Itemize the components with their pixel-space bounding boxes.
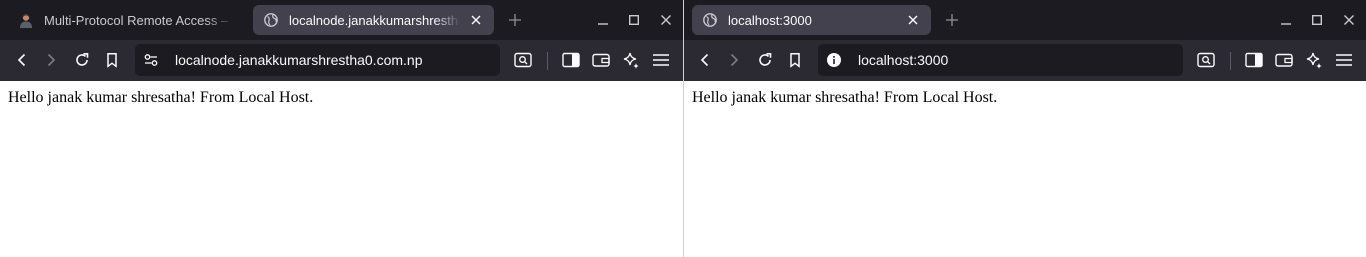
address-bar[interactable]: localhost:3000 bbox=[818, 44, 1183, 76]
forward-button[interactable] bbox=[720, 48, 748, 72]
browser-window-right: localhost:3000 localhost:3000 Hello jana… bbox=[684, 0, 1366, 257]
forward-button[interactable] bbox=[37, 48, 65, 72]
tab-strip: localhost:3000 bbox=[684, 0, 1366, 40]
close-tab-icon[interactable] bbox=[905, 12, 921, 28]
menu-icon[interactable] bbox=[1330, 48, 1358, 72]
address-bar[interactable]: localnode.janakkumarshrestha0.com.np bbox=[135, 44, 500, 76]
browser-window-left: Multi-Protocol Remote Access – localnode… bbox=[0, 0, 683, 257]
navigation-toolbar: localnode.janakkumarshrestha0.com.np bbox=[0, 40, 683, 81]
page-text: Hello janak kumar shresatha! From Local … bbox=[692, 89, 998, 106]
tab-title: localnode.janakkumarshrestha0.com.np bbox=[289, 12, 460, 28]
wallet-icon[interactable] bbox=[1270, 48, 1298, 72]
back-button[interactable] bbox=[8, 48, 36, 72]
page-content: Hello janak kumar shresatha! From Local … bbox=[0, 81, 683, 257]
close-window-button[interactable] bbox=[656, 10, 676, 30]
tab-localhost[interactable]: localhost:3000 bbox=[692, 5, 931, 35]
globe-icon bbox=[263, 12, 279, 28]
menu-icon[interactable] bbox=[647, 48, 675, 72]
wallet-icon[interactable] bbox=[587, 48, 615, 72]
minimize-button[interactable] bbox=[1276, 10, 1296, 30]
bookmark-icon[interactable] bbox=[98, 48, 126, 72]
close-tab-icon[interactable] bbox=[468, 12, 484, 28]
info-icon[interactable] bbox=[826, 52, 842, 68]
tab-localnode[interactable]: localnode.janakkumarshrestha0.com.np bbox=[253, 5, 494, 35]
toolbar-separator bbox=[1230, 52, 1231, 70]
navigation-toolbar: localhost:3000 bbox=[684, 40, 1366, 81]
globe-icon bbox=[702, 12, 718, 28]
page-search-icon[interactable] bbox=[509, 48, 537, 72]
page-content: Hello janak kumar shresatha! From Local … bbox=[684, 81, 1366, 257]
minimize-button[interactable] bbox=[593, 10, 613, 30]
tab-title: Multi-Protocol Remote Access – bbox=[44, 12, 229, 28]
bookmark-icon[interactable] bbox=[781, 48, 809, 72]
new-tab-button[interactable] bbox=[942, 10, 962, 30]
tab-title: localhost:3000 bbox=[728, 12, 812, 28]
tab-remote-access[interactable]: Multi-Protocol Remote Access – bbox=[8, 5, 244, 35]
address-text: localnode.janakkumarshrestha0.com.np bbox=[175, 52, 423, 68]
sparkle-ai-icon[interactable] bbox=[1300, 48, 1328, 72]
toolbar-separator bbox=[547, 52, 548, 70]
sidebar-icon[interactable] bbox=[1240, 48, 1268, 72]
sparkle-ai-icon[interactable] bbox=[617, 48, 645, 72]
person-avatar-icon bbox=[18, 12, 34, 28]
back-button[interactable] bbox=[691, 48, 719, 72]
address-text: localhost:3000 bbox=[858, 52, 949, 68]
page-search-icon[interactable] bbox=[1192, 48, 1220, 72]
sidebar-icon[interactable] bbox=[557, 48, 585, 72]
connection-settings-icon[interactable] bbox=[143, 52, 159, 68]
maximize-button[interactable] bbox=[624, 10, 644, 30]
reload-button[interactable] bbox=[751, 48, 779, 72]
maximize-button[interactable] bbox=[1307, 10, 1327, 30]
page-text: Hello janak kumar shresatha! From Local … bbox=[8, 89, 314, 106]
new-tab-button[interactable] bbox=[505, 10, 525, 30]
tab-strip: Multi-Protocol Remote Access – localnode… bbox=[0, 0, 683, 40]
reload-button[interactable] bbox=[68, 48, 96, 72]
close-window-button[interactable] bbox=[1339, 10, 1359, 30]
